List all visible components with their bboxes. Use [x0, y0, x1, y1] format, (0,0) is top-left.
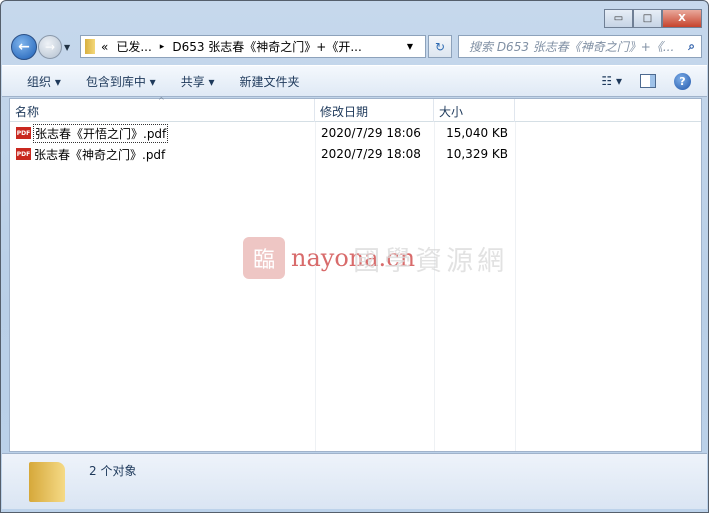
navigation-buttons: ← → ▼ [11, 34, 70, 60]
file-size: 15,040 KB [446, 126, 508, 140]
organize-button[interactable]: 组织 ▾ [27, 73, 61, 90]
item-count: 2 个对象 [89, 464, 137, 478]
help-icon[interactable]: ? [674, 72, 691, 90]
back-button[interactable]: ← [11, 34, 37, 60]
watermark-text: 國學資源網 [353, 245, 509, 277]
watermark: 臨 nayona.cn 國學資源網 [243, 237, 508, 279]
watermark-logo: 臨 [243, 237, 285, 279]
search-icon[interactable]: ⌕ [688, 39, 695, 54]
forward-button[interactable]: → [38, 35, 62, 59]
sort-ascending-icon: ^ [158, 96, 165, 105]
close-button[interactable]: X [662, 9, 702, 28]
file-name: 张志春《开悟之门》.pdf [32, 123, 169, 143]
name-label: 名称 [15, 105, 40, 119]
column-header-modified[interactable]: 修改日期 [315, 99, 434, 122]
search-input[interactable]: 搜索 D653 张志春《神奇之门》+《... ⌕ [458, 35, 702, 58]
column-header-size[interactable]: 大小 [434, 99, 515, 122]
column-divider [434, 122, 435, 451]
column-header-name[interactable]: 名称 ^ [10, 96, 315, 122]
breadcrumb-overflow[interactable]: « [101, 40, 108, 54]
include-in-library-button[interactable]: 包含到库中 ▾ [86, 73, 156, 90]
address-dropdown[interactable]: ▼ [407, 42, 413, 51]
minimize-button[interactable]: ▭ [604, 9, 633, 28]
column-headers: 名称 ^ 修改日期 大小 [10, 96, 701, 122]
column-divider [315, 122, 316, 451]
breadcrumb-current[interactable]: D653 张志春《神奇之门》+《开... [172, 38, 361, 55]
explorer-window: ▭ □ X ← → ▼ « 已发... ▸ D653 张志春《神奇之门》+《开.… [0, 0, 709, 513]
search-placeholder: 搜索 D653 张志春《神奇之门》+《... [469, 40, 675, 54]
new-folder-button[interactable]: 新建文件夹 [240, 73, 300, 90]
window-controls: ▭ □ X [604, 9, 702, 28]
breadcrumb-separator[interactable]: ▸ [160, 42, 165, 52]
file-modified: 2020/7/29 18:06 [321, 126, 421, 140]
folder-icon [85, 39, 95, 54]
command-bar: 组织 ▾ 包含到库中 ▾ 共享 ▾ 新建文件夹 ☷ ▾ ? [2, 65, 707, 97]
refresh-button[interactable]: ↻ [428, 35, 452, 58]
file-size: 10,329 KB [446, 147, 508, 161]
folder-icon [29, 462, 65, 502]
preview-pane-icon[interactable] [640, 74, 656, 88]
breadcrumb-parent[interactable]: 已发... [116, 38, 151, 55]
pdf-file-icon: PDF [16, 148, 31, 160]
views-button[interactable]: ☷ ▾ [601, 74, 622, 88]
column-divider [515, 122, 516, 451]
details-pane: 2 个对象 [2, 453, 707, 509]
file-modified: 2020/7/29 18:08 [321, 147, 421, 161]
file-name: 张志春《神奇之门》.pdf [34, 147, 166, 162]
file-list: 名称 ^ 修改日期 大小 PDF 张志春《开悟之门》.pdf 2020/7/29 1… [9, 96, 702, 452]
recent-pages-dropdown[interactable]: ▼ [64, 43, 70, 52]
maximize-button[interactable]: □ [633, 9, 662, 28]
pdf-file-icon: PDF [16, 127, 31, 139]
address-bar[interactable]: « 已发... ▸ D653 张志春《神奇之门》+《开... ▼ [80, 35, 426, 58]
share-button[interactable]: 共享 ▾ [181, 73, 215, 90]
